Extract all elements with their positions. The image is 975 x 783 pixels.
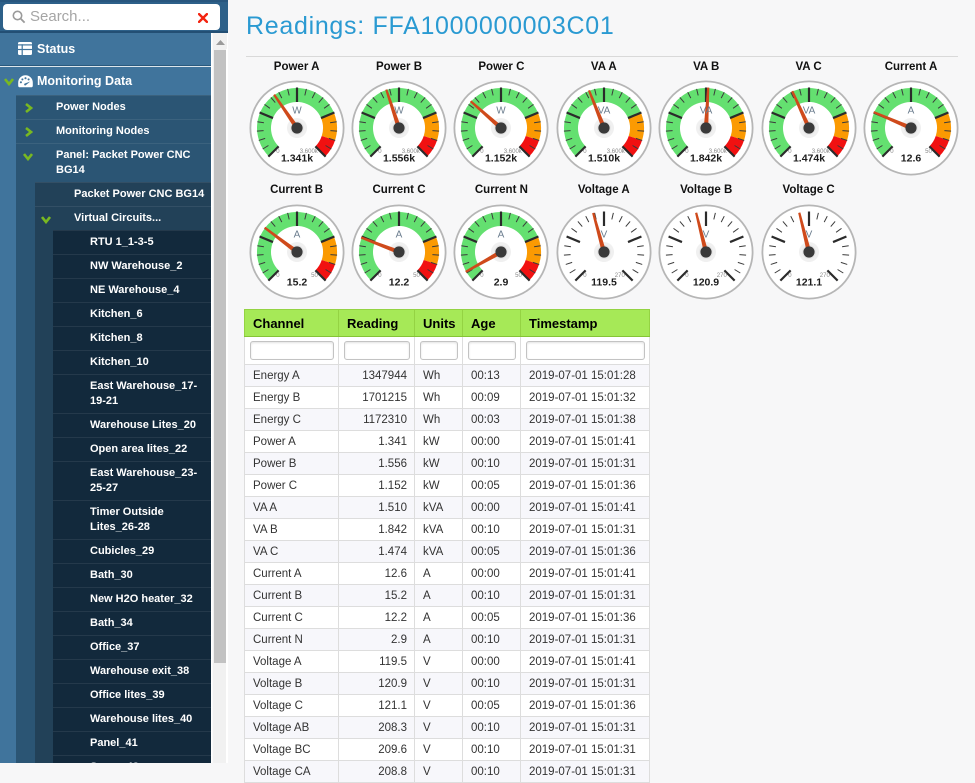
svg-text:V: V (805, 230, 812, 241)
svg-text:1.510k: 1.510k (588, 153, 620, 165)
svg-text:121.1: 121.1 (795, 277, 821, 289)
svg-text:VA: VA (700, 106, 713, 117)
svg-text:119.5: 119.5 (591, 277, 617, 289)
svg-text:12.2: 12.2 (389, 277, 410, 289)
svg-text:V: V (703, 230, 710, 241)
svg-text:VA: VA (597, 106, 610, 117)
svg-text:50: 50 (925, 149, 932, 155)
svg-text:W: W (292, 106, 302, 117)
svg-text:A: A (396, 230, 403, 241)
svg-text:2.9: 2.9 (494, 277, 509, 289)
svg-text:A: A (293, 230, 300, 241)
svg-text:50: 50 (516, 273, 523, 279)
svg-text:W: W (497, 106, 507, 117)
svg-text:120.9: 120.9 (693, 277, 719, 289)
svg-text:V: V (600, 230, 607, 241)
svg-text:A: A (908, 106, 915, 117)
svg-text:1.842k: 1.842k (690, 153, 722, 165)
svg-text:50: 50 (413, 273, 420, 279)
svg-text:1.341k: 1.341k (281, 153, 313, 165)
svg-text:12.6: 12.6 (901, 153, 922, 165)
svg-text:15.2: 15.2 (286, 277, 307, 289)
svg-text:A: A (498, 230, 505, 241)
svg-text:VA: VA (802, 106, 815, 117)
svg-text:W: W (394, 106, 404, 117)
svg-text:1.474k: 1.474k (793, 153, 825, 165)
svg-text:50: 50 (311, 273, 318, 279)
svg-text:1.152k: 1.152k (485, 153, 517, 165)
svg-text:1.556k: 1.556k (383, 153, 415, 165)
